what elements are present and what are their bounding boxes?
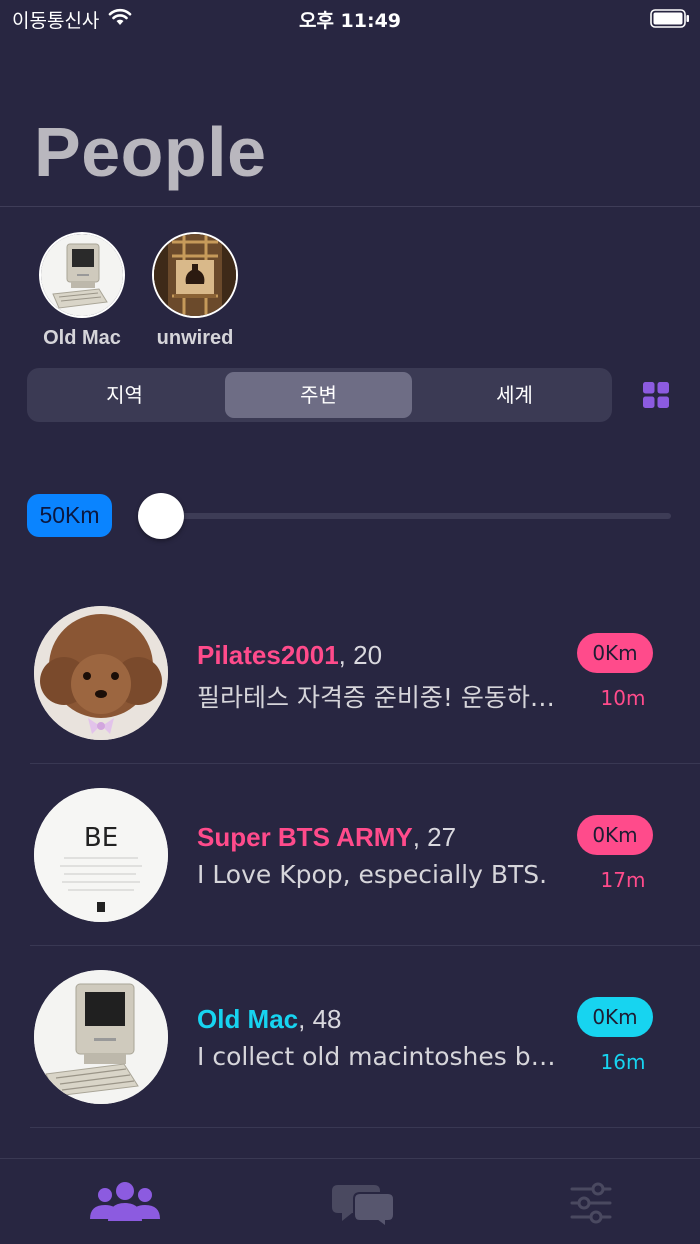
- person-name-line: Super BTS ARMY, 27: [197, 822, 456, 853]
- person-age: , 27: [412, 822, 457, 852]
- people-icon[interactable]: [88, 1181, 162, 1225]
- title-divider: [0, 206, 700, 207]
- status-time: 오후 11:49: [298, 10, 402, 32]
- battery-icon: [650, 9, 689, 28]
- poodle-image: [34, 606, 168, 740]
- distance-badge: 0Km: [577, 815, 653, 855]
- grid-view-icon[interactable]: [642, 381, 670, 409]
- person-name-line: Old Mac, 48: [197, 1004, 342, 1035]
- avatar: [39, 232, 125, 318]
- person-name: Old Mac: [197, 1004, 299, 1034]
- tab-bar: [0, 1158, 700, 1244]
- row-divider: [30, 1127, 700, 1128]
- distance-slider-track[interactable]: [160, 513, 671, 519]
- favorites-row: Old Mac unwired: [32, 232, 672, 352]
- person-age: , 20: [338, 640, 383, 670]
- person-name-line: Pilates2001, 20: [197, 640, 382, 671]
- avatar: [152, 232, 238, 318]
- last-active-time: 10m: [600, 686, 646, 710]
- status-bar: 이동통신사 오후 11:49: [0, 0, 700, 36]
- avatar: [34, 606, 168, 740]
- settings-sliders-icon[interactable]: [554, 1181, 628, 1225]
- scope-segmented-control: 지역 주변 세계: [27, 368, 612, 422]
- segment-world[interactable]: 세계: [421, 372, 608, 418]
- distance-value-badge: 50Km: [27, 494, 112, 537]
- svg-text:BE: BE: [84, 823, 118, 853]
- favorite-unwired[interactable]: unwired: [145, 232, 245, 350]
- vase-cabinet-image: [154, 234, 236, 316]
- favorite-old-mac[interactable]: Old Mac: [32, 232, 132, 350]
- old-mac-computer-image: [34, 970, 168, 1104]
- chat-icon[interactable]: [330, 1181, 404, 1225]
- page-title: People: [34, 113, 267, 191]
- avatar: BE: [34, 788, 168, 922]
- old-mac-computer-image: [41, 234, 123, 316]
- distance-slider-thumb[interactable]: [138, 493, 184, 539]
- last-active-time: 16m: [600, 1050, 646, 1074]
- list-item[interactable]: Pilates2001, 20 필라테스 자격증 준비중! 운동하… 0Km 1…: [0, 582, 700, 764]
- person-bio: I collect old macintoshes b…: [197, 1042, 556, 1071]
- person-bio: I Love Kpop, especially BTS.: [197, 860, 548, 889]
- segment-local[interactable]: 지역: [31, 372, 218, 418]
- person-age: , 48: [298, 1004, 342, 1034]
- person-name: Pilates2001: [197, 640, 339, 670]
- last-active-time: 17m: [600, 868, 646, 892]
- person-bio: 필라테스 자격증 준비중! 운동하…: [197, 683, 555, 712]
- favorite-name: unwired: [156, 327, 234, 349]
- distance-badge: 0Km: [577, 633, 653, 673]
- list-item[interactable]: Old Mac, 48 I collect old macintoshes b……: [0, 946, 700, 1128]
- favorite-name: Old Mac: [43, 327, 121, 349]
- person-name: Super BTS ARMY: [197, 822, 413, 852]
- distance-badge: 0Km: [577, 997, 653, 1037]
- avatar: [34, 970, 168, 1104]
- list-item[interactable]: BE Super BTS ARMY, 27 I Love Kpop, espec…: [0, 764, 700, 946]
- segment-nearby[interactable]: 주변: [225, 372, 412, 418]
- be-album-image: BE: [34, 788, 168, 922]
